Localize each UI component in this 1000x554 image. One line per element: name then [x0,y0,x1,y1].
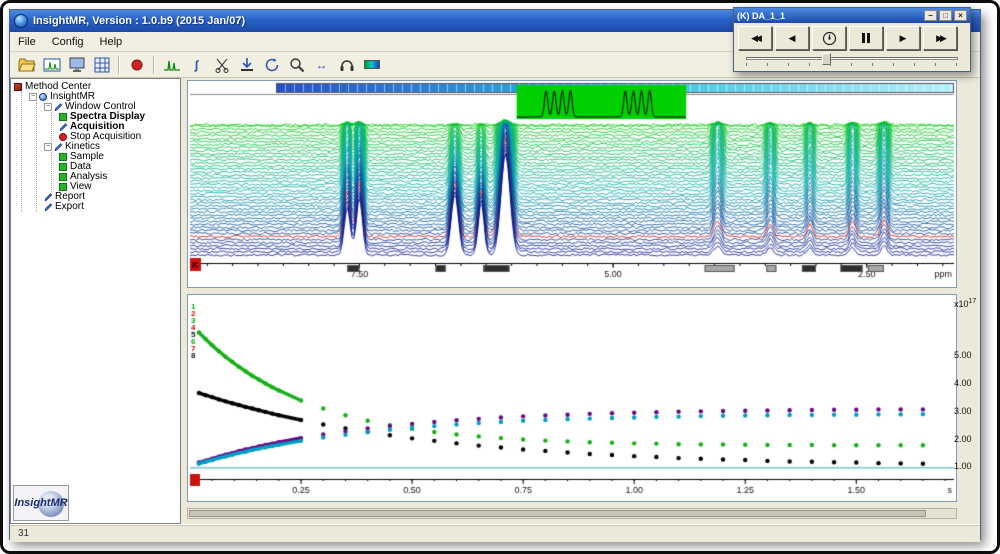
green-square-icon [59,163,67,171]
kinetics-y-scale-label: x1017 [954,298,976,309]
headset-button[interactable] [335,54,358,75]
scrollbar-thumb[interactable] [189,510,926,517]
pause-icon [862,33,870,43]
kinetics-y-tick-label: 1.00 [954,461,972,471]
integral-button[interactable]: ∫ [185,54,208,75]
horizontal-arrows-icon: ↔ [316,58,328,72]
magnifier-icon [289,57,305,73]
plot-area: x1017 5.00 4.00 3.00 2.00 1.00 [187,78,980,524]
insightmr-node-icon [39,93,47,101]
config-pen-icon [54,143,62,151]
export-button[interactable] [235,54,258,75]
pause-button[interactable] [849,26,883,50]
step-back-button[interactable]: ◀ [775,26,809,50]
kinetics-y-tick-label: 3.00 [954,406,972,416]
method-center-icon [14,83,22,91]
dial-button[interactable] [812,26,846,50]
content-area: Method Center − InsightMR − Wind [10,78,980,524]
transport-title-bar[interactable]: (K) DA_1_1 − □ × [734,8,970,23]
close-button[interactable]: × [954,10,967,21]
refresh-button[interactable] [260,54,283,75]
skip-back-icon: ◀◀ [751,33,759,44]
green-square-icon [59,113,67,121]
spectra-window-icon [43,57,61,73]
tree-item-method-center[interactable]: Method Center [14,82,180,92]
green-square-icon [59,173,67,181]
green-square-icon [59,153,67,161]
kinetics-y-tick-label: 5.00 [954,350,972,360]
play-icon: ▶ [900,33,907,44]
kinetics-panel [187,294,957,502]
kinetics-y-tick-label: 2.00 [954,434,972,444]
slider-ticks [746,63,958,66]
restore-button[interactable]: □ [939,10,952,21]
scissors-icon [214,57,230,73]
stop-acquisition-icon [59,133,67,141]
menu-file[interactable]: File [10,34,44,50]
expand-horizontal-button[interactable]: ↔ [310,54,333,75]
table-grid-button[interactable] [90,54,113,75]
status-bar: 31 [10,524,980,542]
minimize-button[interactable]: − [924,10,937,21]
transport-slider[interactable] [746,53,958,67]
headset-icon [339,58,355,72]
skip-forward-button[interactable]: ▶▶ [923,26,957,50]
record-icon [130,58,144,72]
spectra-display-panel [187,80,957,288]
screenshot-frame: InsightMR, Version : 1.0.b9 (2015 Jan/07… [0,0,1000,554]
dial-clock-icon [822,31,837,46]
toolbar-separator [118,56,120,74]
download-arrow-icon [239,57,255,73]
peaks-icon [163,57,181,73]
integral-icon: ∫ [195,58,198,72]
open-folder-button[interactable] [15,54,38,75]
kinetics-y-axis-gutter: x1017 5.00 4.00 3.00 2.00 1.00 [952,294,980,502]
kinetics-y-tick-label: 4.00 [954,378,972,388]
zoom-button[interactable] [285,54,308,75]
spectra-window-button[interactable] [40,54,63,75]
config-pen-icon [54,103,62,111]
config-pen-icon [44,203,52,211]
table-grid-icon [94,57,110,73]
window-title: InsightMR, Version : 1.0.b9 (2015 Jan/07… [33,15,245,27]
colormap-icon [364,60,380,69]
spectra-canvas[interactable] [188,81,956,287]
horizontal-scrollbar[interactable] [187,508,957,519]
colormap-button[interactable] [360,54,383,75]
transport-window: (K) DA_1_1 − □ × ◀◀ ◀ ▶ ▶▶ [733,7,971,72]
folder-icon [18,57,36,73]
slider-track [746,57,958,60]
tree-item-kinetics[interactable]: − Kinetics [44,142,180,152]
toolbar-separator [153,56,155,74]
step-back-icon: ◀ [789,33,796,44]
monitor-icon [68,57,86,73]
collapse-box-icon[interactable]: − [29,93,37,101]
collapse-box-icon[interactable]: − [44,103,52,111]
insightmr-logo: InsightMR [13,485,69,521]
cut-button[interactable] [210,54,233,75]
skip-back-button[interactable]: ◀◀ [738,26,772,50]
green-square-icon [59,183,67,191]
app-window: InsightMR, Version : 1.0.b9 (2015 Jan/07… [9,9,981,540]
transport-body: ◀◀ ◀ ▶ ▶▶ [734,23,970,69]
config-pen-icon [44,193,52,201]
record-button[interactable] [125,54,148,75]
status-text: 31 [18,528,29,539]
menu-help[interactable]: Help [92,34,131,50]
peaks-button[interactable] [160,54,183,75]
method-tree: Method Center − InsightMR − Wind [11,79,180,212]
refresh-icon [264,57,280,73]
monitor-button[interactable] [65,54,88,75]
app-icon [14,14,28,28]
menu-config[interactable]: Config [44,34,92,50]
play-button[interactable]: ▶ [886,26,920,50]
kinetics-canvas[interactable] [188,295,956,501]
transport-title: (K) DA_1_1 [737,11,922,21]
method-center-panel: Method Center − InsightMR − Wind [10,78,181,524]
config-pen-icon [59,123,67,131]
skip-forward-icon: ▶▶ [936,33,944,44]
tree-item-export[interactable]: Export [44,202,180,212]
collapse-box-icon[interactable]: − [44,143,52,151]
